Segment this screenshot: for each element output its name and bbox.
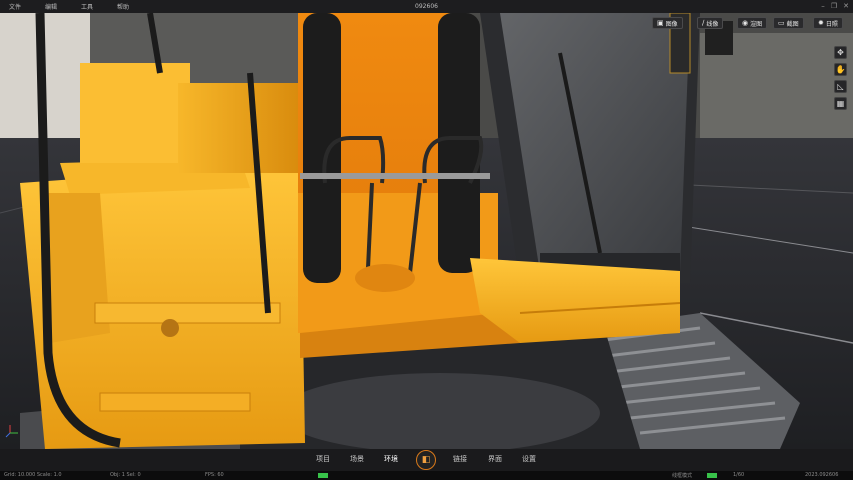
menu-edit[interactable]: 编辑 — [36, 2, 72, 11]
line-view-button[interactable]: ∕ 线像 — [697, 17, 724, 29]
bottom-nav-bar: 项目 场景 环境 ◧ 链接 界面 设置 — [0, 449, 853, 471]
menu-help[interactable]: 帮助 — [108, 2, 144, 11]
render-icon: ◉ — [742, 19, 749, 27]
menu-file[interactable]: 文件 — [0, 2, 36, 11]
status-version: 2023.092606 — [805, 472, 839, 478]
move-icon[interactable]: ✥ — [834, 46, 847, 59]
3d-viewport[interactable]: ▣ 图像 ∕ 线像 ◉ 渲图 ▭ 截图 ✹ 日照 ✥ ✋ ◺ ▦ — [0, 13, 853, 449]
camera-icon: ▭ — [778, 19, 785, 27]
status-indicator — [318, 473, 328, 478]
status-mode: 线框模式 — [672, 473, 693, 479]
status-objects: Obj: 1 Sel: 0 — [110, 472, 141, 478]
tab-settings[interactable]: 设置 — [522, 454, 536, 464]
render-button[interactable]: ◉ 渲图 — [737, 17, 768, 29]
line-icon: ∕ — [702, 19, 705, 27]
tab-links[interactable]: 链接 — [453, 454, 467, 464]
status-frame: 1/60 — [733, 472, 745, 478]
image-icon: ▣ — [657, 19, 664, 27]
pan-hand-icon[interactable]: ✋ — [834, 63, 847, 76]
status-bar: Grid: 10.000 Scale: 1.0 Obj: 1 Sel: 0 FP… — [0, 471, 853, 480]
grid-icon[interactable]: ▦ — [834, 97, 847, 110]
image-view-button[interactable]: ▣ 图像 — [652, 17, 683, 29]
tab-scene[interactable]: 场景 — [350, 454, 364, 464]
menu-tools[interactable]: 工具 — [72, 2, 108, 11]
close-icon[interactable]: ✕ — [842, 2, 850, 10]
tab-interface[interactable]: 界面 — [488, 454, 502, 464]
maximize-icon[interactable]: ❐ — [830, 2, 838, 10]
slope-icon[interactable]: ◺ — [834, 80, 847, 93]
screenshot-button[interactable]: ▭ 截图 — [773, 17, 804, 29]
title-bar: 文件 编辑 工具 帮助 092606 – ❐ ✕ — [0, 0, 853, 13]
excavator-scene — [0, 13, 853, 449]
status-indicator-right — [707, 473, 717, 478]
sunlight-button[interactable]: ✹ 日照 — [813, 17, 843, 29]
minimize-icon[interactable]: – — [819, 2, 827, 10]
status-grid: Grid: 10.000 Scale: 1.0 — [4, 472, 62, 478]
sun-icon: ✹ — [818, 19, 824, 27]
tab-project[interactable]: 项目 — [316, 454, 330, 464]
tab-environment[interactable]: 环境 — [384, 454, 398, 464]
status-fps: FPS: 60 — [205, 472, 224, 478]
app-logo-icon[interactable]: ◧ — [416, 450, 436, 470]
